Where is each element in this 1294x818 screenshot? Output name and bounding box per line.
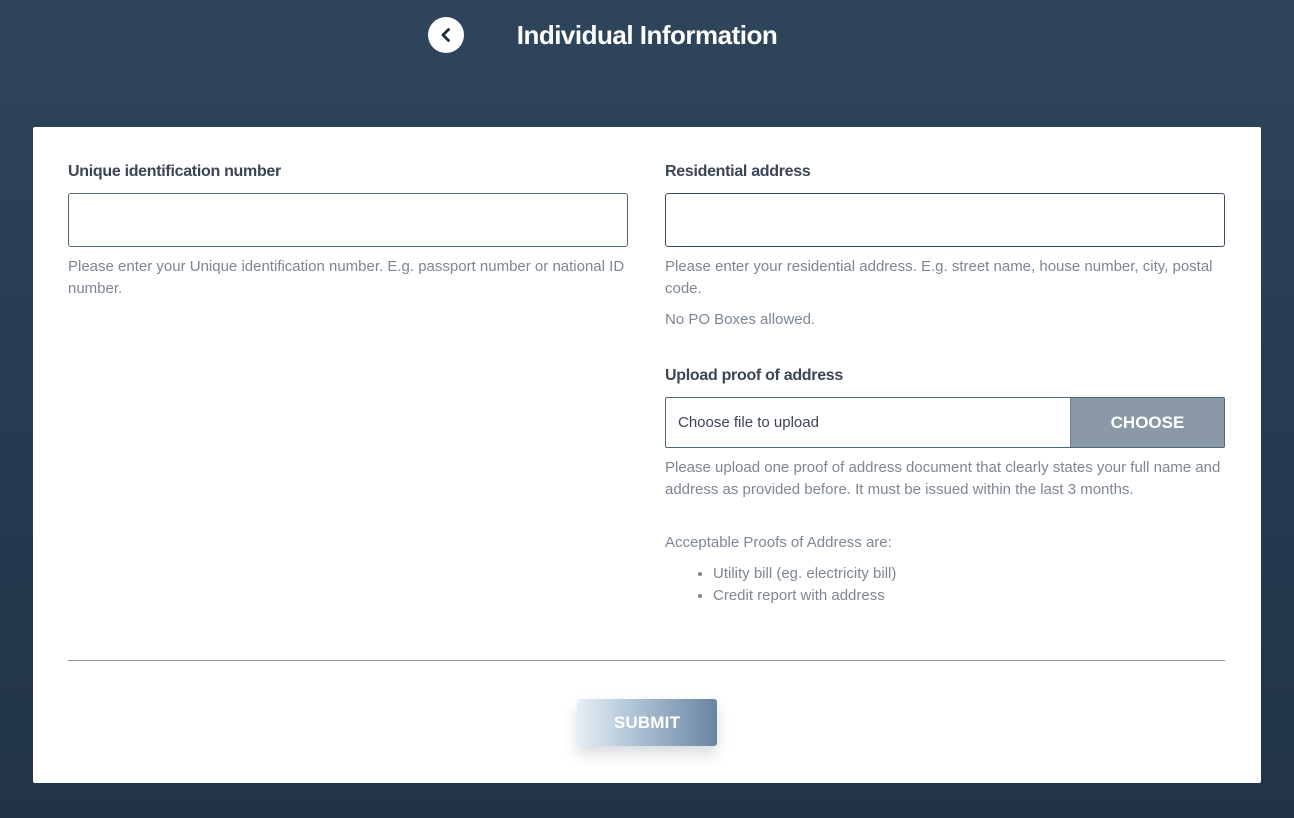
proof-label: Upload proof of address [665,367,843,384]
page-header: Individual Information [0,0,1294,72]
choose-file-button[interactable]: CHOOSE [1070,398,1224,447]
file-placeholder[interactable]: Choose file to upload [666,398,1070,447]
submit-button[interactable]: SUBMIT [577,699,717,746]
acceptable-proofs-list: Utility bill (eg. electricity bill) Cred… [665,563,896,607]
list-item: Credit report with address [713,585,896,607]
divider [68,660,1225,661]
proof-help-text: Please upload one proof of address docum… [665,459,1221,498]
uin-help-text: Please enter your Unique identification … [68,258,625,297]
form-card: Unique identification number Please ente… [33,127,1261,783]
address-note-text: No PO Boxes allowed. [665,311,816,328]
address-label: Residential address [665,163,811,180]
file-upload-field[interactable]: Choose file to upload CHOOSE [665,397,1225,448]
address-help-text: Please enter your residential address. E… [665,258,1213,297]
uin-label: Unique identification number [68,163,281,180]
list-item: Utility bill (eg. electricity bill) [713,563,896,585]
uin-input[interactable] [68,193,628,247]
acceptable-proofs-title: Acceptable Proofs of Address are: [665,534,892,551]
page-title: Individual Information [516,20,778,50]
address-input[interactable] [665,193,1225,247]
